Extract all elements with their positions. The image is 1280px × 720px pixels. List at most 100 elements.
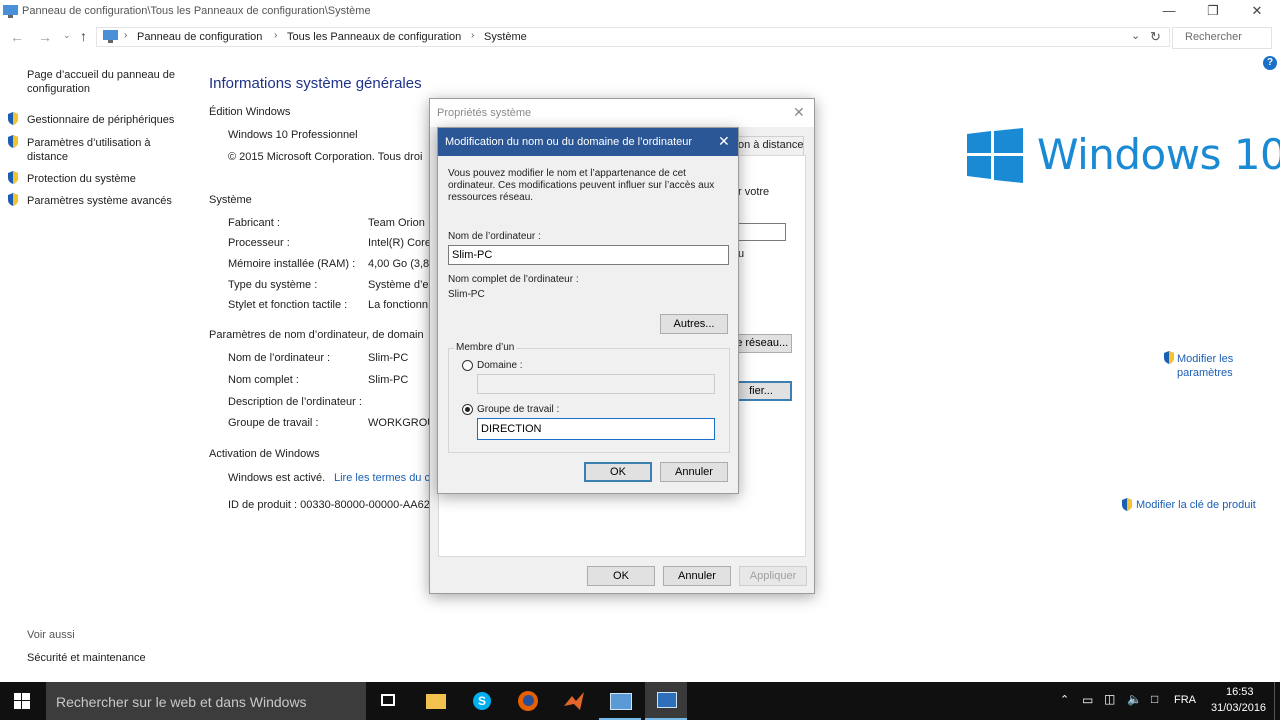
description-label: Description de l’ordinateur : [228, 396, 362, 408]
network-icon[interactable]: ◫ [1104, 692, 1115, 706]
workgroup-radio[interactable] [462, 404, 473, 415]
activation-status: Windows est activé. [228, 472, 326, 484]
tab-remote-label: on à distance [738, 139, 804, 151]
network-id-button[interactable]: le réseau... [730, 334, 792, 353]
breadcrumb-separator-icon: › [471, 30, 475, 41]
ram-value: 4,00 Go (3,87 [368, 258, 436, 270]
address-dropdown-icon[interactable]: ⌄ [1131, 29, 1140, 42]
notifications-icon[interactable]: □ [1151, 692, 1158, 706]
security-maintenance-link[interactable]: Sécurité et maintenance [27, 651, 146, 665]
power-icon[interactable]: ▭ [1082, 693, 1093, 707]
breadcrumb-all-panels[interactable]: Tous les Panneaux de configuration [287, 30, 461, 44]
search-input[interactable]: Rechercher [1172, 27, 1272, 49]
shield-icon [8, 171, 18, 184]
sysprops-cancel-button[interactable]: Annuler [663, 566, 731, 586]
pen-touch-value: La fonctionn [368, 299, 428, 311]
license-terms-link[interactable]: Lire les termes du c [334, 472, 430, 484]
windows-edition: Windows 10 Professionnel [228, 129, 358, 141]
matlab-icon[interactable] [553, 682, 595, 720]
domain-input[interactable] [477, 374, 715, 394]
member-of-label: Membre d’un [454, 342, 517, 353]
clock-time[interactable]: 16:53 [1226, 686, 1254, 698]
taskbar-search-input[interactable]: Rechercher sur le web et dans Windows [46, 682, 366, 720]
activation-section-title: Activation de Windows [209, 448, 320, 460]
skype-icon[interactable]: S [461, 682, 503, 720]
volume-icon[interactable]: 🔈 [1127, 692, 1142, 706]
sidebar-item-advanced-settings[interactable]: Paramètres système avancés [27, 194, 172, 208]
close-icon[interactable]: ✕ [718, 133, 730, 150]
processor-label: Processeur : [228, 237, 290, 249]
clock-date[interactable]: 31/03/2016 [1211, 702, 1266, 714]
domain-radio[interactable] [462, 360, 473, 371]
change-product-key-link[interactable]: Modifier la clé de produit [1136, 499, 1256, 511]
edition-section-title: Édition Windows [209, 106, 291, 118]
workgroup-input[interactable] [477, 418, 715, 440]
system-properties-title: Propriétés système [437, 107, 532, 119]
more-button[interactable]: Autres... [660, 314, 728, 334]
ram-label: Mémoire installée (RAM) : [228, 258, 356, 270]
up-arrow-icon[interactable]: ↑ [80, 28, 87, 44]
start-windows-icon[interactable] [14, 693, 30, 709]
sidebar-item-remote-settings[interactable]: Paramètres d’utilisation à distance [27, 136, 177, 164]
breadcrumb-separator-icon: › [274, 30, 278, 41]
windows-logo-icon [967, 128, 1023, 183]
computer-name-input[interactable] [448, 245, 729, 265]
help-icon[interactable]: ? [1263, 56, 1277, 70]
system-type-value: Système d’e [368, 279, 429, 291]
minimize-button[interactable]: — [1146, 0, 1192, 24]
control-panel-icon [103, 30, 118, 43]
show-hidden-icons-icon[interactable]: ⌃ [1060, 693, 1069, 706]
shield-icon [1122, 498, 1132, 511]
forward-arrow-icon[interactable]: → [38, 29, 52, 45]
system-window-icon[interactable] [599, 682, 641, 720]
file-explorer-icon[interactable] [415, 682, 457, 720]
computer-name-label: Nom de l’ordinateur : [228, 352, 331, 364]
processor-value: Intel(R) Core [368, 237, 431, 249]
back-arrow-icon[interactable]: ← [10, 29, 24, 45]
workgroup-value: WORKGROU [368, 417, 436, 429]
full-name-value: Slim-PC [368, 374, 409, 386]
close-button[interactable]: ✕ [1234, 0, 1280, 24]
rename-cancel-button[interactable]: Annuler [660, 462, 728, 482]
computer-name-section-title: Paramètres de nom d’ordinateur, de domai… [209, 329, 424, 341]
change-settings-link[interactable]: Modifier les paramètres [1177, 352, 1257, 380]
see-also-heading: Voir aussi [27, 629, 75, 641]
task-view-icon[interactable] [369, 682, 411, 720]
sidebar-item-system-protection[interactable]: Protection du système [27, 172, 136, 186]
shield-icon [8, 193, 18, 206]
rename-dialog: Modification du nom ou du domaine de l’o… [437, 127, 739, 494]
product-id: ID de produit : 00330-80000-00000-AA62 [228, 499, 430, 511]
control-panel-home-link[interactable]: Page d’accueil du panneau de configurati… [27, 68, 187, 96]
computer-name-value: Slim-PC [368, 352, 409, 364]
rename-ok-button[interactable]: OK [584, 462, 652, 482]
full-name-field-value: Slim-PC [448, 289, 485, 300]
full-name-label: Nom complet : [228, 374, 299, 386]
modify-button[interactable]: fier... [730, 381, 792, 401]
manufacturer-value: Team Orion [368, 217, 425, 229]
workgroup-field-label: Groupe de travail : [477, 404, 560, 415]
sysprops-apply-button[interactable]: Appliquer [739, 566, 807, 586]
close-icon[interactable]: ✕ [793, 104, 805, 121]
breadcrumb-control-panel[interactable]: Panneau de configuration [137, 30, 262, 44]
sidebar-item-device-manager[interactable]: Gestionnaire de périphériques [27, 113, 174, 127]
shield-icon [8, 112, 18, 125]
computer-name-field-label: Nom de l’ordinateur : [448, 231, 541, 242]
sysprops-ok-button[interactable]: OK [587, 566, 655, 586]
sysprops-window-icon[interactable] [645, 682, 687, 720]
refresh-icon[interactable]: ↻ [1150, 29, 1161, 45]
rename-dialog-title: Modification du nom ou du domaine de l’o… [445, 136, 693, 148]
firefox-icon[interactable] [507, 682, 549, 720]
workgroup-label: Groupe de travail : [228, 417, 319, 429]
title-bar: Panneau de configuration\Tous les Pannea… [0, 0, 1280, 24]
rename-description: Vous pouvez modifier le nom et l’apparte… [448, 168, 715, 203]
copyright-text: © 2015 Microsoft Corporation. Tous droi [228, 151, 423, 163]
show-desktop-button[interactable] [1274, 682, 1280, 720]
pen-touch-label: Stylet et fonction tactile : [228, 299, 348, 311]
language-indicator[interactable]: FRA [1174, 694, 1196, 706]
recent-dropdown-icon[interactable]: ⌄ [63, 30, 71, 41]
breadcrumb-system[interactable]: Système [484, 30, 527, 44]
maximize-button[interactable]: ❐ [1190, 0, 1236, 24]
system-type-label: Type du système : [228, 279, 318, 291]
domain-label: Domaine : [477, 360, 523, 371]
windows-10-logo-text: Windows 10 [1037, 130, 1280, 179]
